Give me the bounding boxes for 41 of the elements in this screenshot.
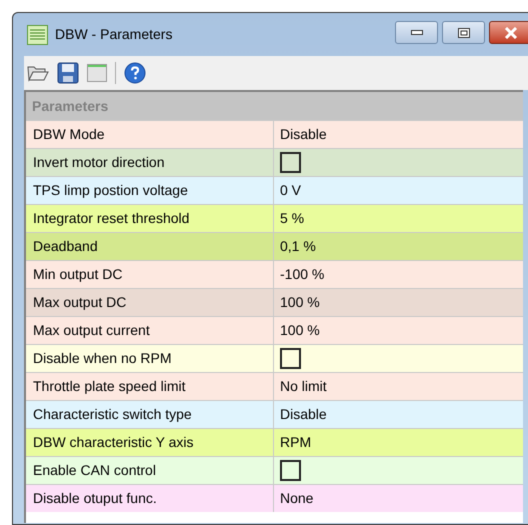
property-value[interactable]: Disable: [274, 121, 523, 148]
property-value[interactable]: 0 V: [274, 177, 523, 204]
save-icon: [57, 62, 79, 84]
category-header: Parameters: [26, 92, 523, 120]
property-label: Throttle plate speed limit: [26, 373, 274, 400]
close-button[interactable]: [489, 21, 528, 44]
checkbox[interactable]: [280, 460, 301, 481]
property-label: Invert motor direction: [26, 149, 274, 176]
property-label: TPS limp postion voltage: [26, 177, 274, 204]
property-value[interactable]: No limit: [274, 373, 523, 400]
property-value[interactable]: RPM: [274, 429, 523, 456]
property-value[interactable]: 5 %: [274, 205, 523, 232]
property-value[interactable]: 100 %: [274, 289, 523, 316]
checkbox[interactable]: [280, 348, 301, 369]
property-label: Characteristic switch type: [26, 401, 274, 428]
property-label: Integrator reset threshold: [26, 205, 274, 232]
window-icon: [87, 64, 107, 82]
folder-icon: [27, 64, 49, 82]
property-label: Min output DC: [26, 261, 274, 288]
property-value[interactable]: 0,1 %: [274, 233, 523, 260]
maximize-button[interactable]: [442, 21, 485, 44]
property-value[interactable]: None: [274, 485, 523, 512]
help-icon: [124, 62, 146, 84]
property-label: DBW Mode: [26, 121, 274, 148]
minimize-icon: [410, 30, 422, 35]
property-value[interactable]: Disable: [274, 401, 523, 428]
property-label: Disable when no RPM: [26, 345, 274, 372]
close-icon: [504, 26, 518, 38]
property-label: Disable otuput func.: [26, 485, 274, 512]
property-label: Max output current: [26, 317, 274, 344]
property-label: Deadband: [26, 233, 274, 260]
maximize-icon: [458, 28, 470, 38]
property-value[interactable]: 100 %: [274, 317, 523, 344]
grid-icon: [27, 24, 48, 44]
minimize-button[interactable]: [395, 21, 438, 44]
property-label: Max output DC: [26, 289, 274, 316]
property-value[interactable]: -100 %: [274, 261, 523, 288]
property-label: DBW characteristic Y axis: [26, 429, 274, 456]
checkbox[interactable]: [280, 152, 301, 173]
property-label: Enable CAN control: [26, 457, 274, 484]
window-title: DBW - Parameters: [55, 25, 172, 44]
